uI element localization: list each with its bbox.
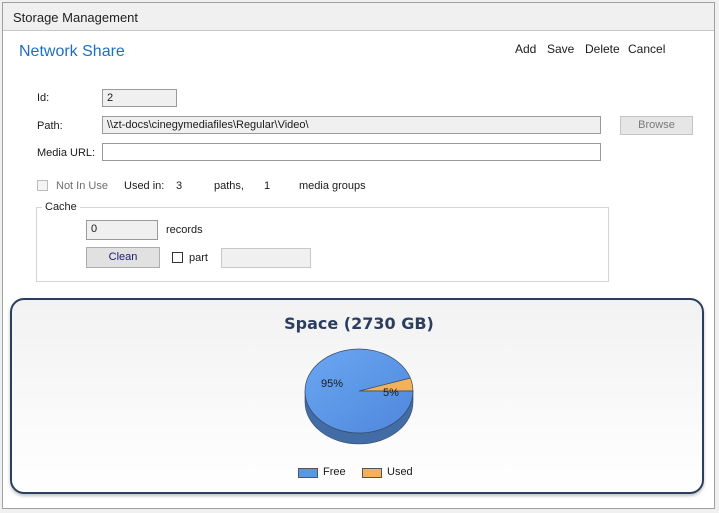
pie-data-label-free: 95% bbox=[321, 378, 343, 390]
legend-label-used: Used bbox=[387, 466, 413, 478]
legend-swatch-used bbox=[362, 468, 382, 478]
legend-swatch-free bbox=[298, 468, 318, 478]
pie-data-label-used: 5% bbox=[383, 387, 399, 399]
space-pie-chart: 5% 95% bbox=[304, 348, 414, 445]
legend-label-free: Free bbox=[323, 466, 346, 478]
